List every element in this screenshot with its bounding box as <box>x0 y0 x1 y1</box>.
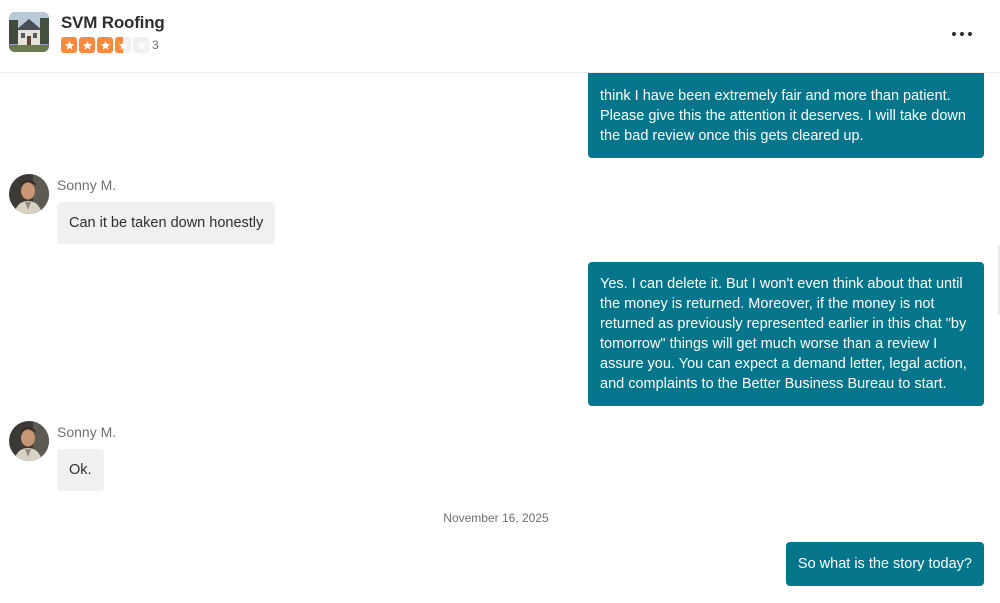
star-half-icon <box>115 37 131 53</box>
outgoing-message: So what is the story today? <box>785 542 984 586</box>
business-photo[interactable] <box>9 12 49 52</box>
more-options-button[interactable] <box>948 22 976 46</box>
message-text: So what is the story today? <box>797 556 972 572</box>
incoming-message: Can it be taken down honestly <box>57 202 276 244</box>
star-icon <box>61 37 77 53</box>
outgoing-message: Yes. I can delete it. But I won't even t… <box>588 262 984 406</box>
star-icon <box>79 37 95 53</box>
message-text: think I have been extremely fair and mor… <box>600 88 966 144</box>
star-empty-icon <box>133 37 149 53</box>
outgoing-message: think I have been extremely fair and mor… <box>588 60 984 158</box>
star-icon <box>97 37 113 53</box>
incoming-message: Ok. <box>57 449 104 491</box>
message-text: Can it be taken down honestly <box>69 215 264 231</box>
conversation-header: SVM Roofing 3 <box>0 0 1000 73</box>
review-count[interactable]: 3 <box>152 38 159 52</box>
star-rating <box>61 37 149 53</box>
more-dot <box>960 32 964 36</box>
avatar[interactable] <box>9 421 49 461</box>
sender-name: Sonny M. <box>57 177 117 193</box>
message-text: Ok. <box>69 462 92 478</box>
date-separator: November 16, 2025 <box>443 511 549 525</box>
more-horizontal-icon <box>952 32 956 36</box>
avatar[interactable] <box>9 174 49 214</box>
more-dot <box>968 32 972 36</box>
message-text: Yes. I can delete it. But I won't even t… <box>600 276 967 392</box>
sender-name: Sonny M. <box>57 424 117 440</box>
business-name[interactable]: SVM Roofing <box>61 13 165 33</box>
